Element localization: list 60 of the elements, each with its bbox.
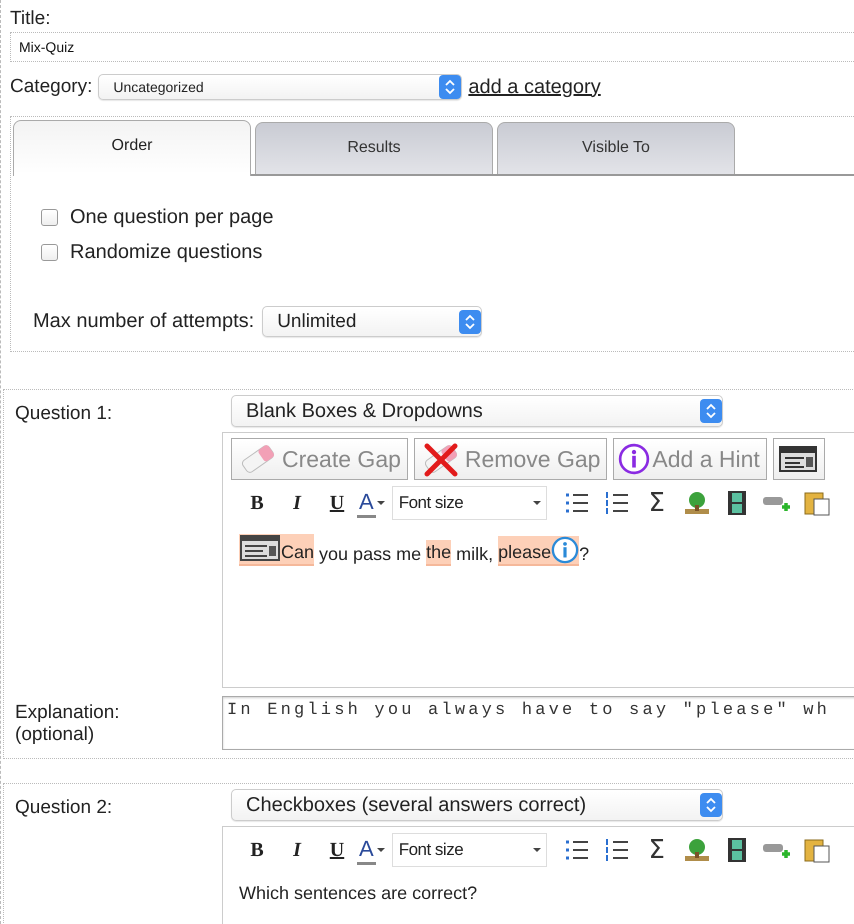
explanation-field[interactable]: In English you always have to say "please" wh [222, 696, 854, 750]
font-size-select[interactable]: Font size [392, 833, 547, 867]
numbered-list-icon [604, 837, 630, 863]
gap-text[interactable]: the [426, 540, 452, 566]
stepper-icon [700, 399, 722, 423]
form-icon [239, 534, 281, 564]
text-color-button[interactable]: A [357, 835, 376, 865]
paste-icon [804, 837, 830, 863]
paste-icon [804, 490, 830, 516]
underline-button[interactable]: U [317, 834, 357, 866]
category-select[interactable]: Uncategorized [98, 74, 462, 100]
numbered-list-icon [604, 490, 630, 516]
question-text: milk, [455, 543, 494, 566]
caret-icon [532, 498, 542, 508]
picture-icon [684, 838, 710, 862]
max-attempts-select[interactable]: Unlimited [262, 306, 482, 337]
question-label: Question 2: [14, 796, 114, 820]
title-label: Title: [10, 8, 52, 30]
caret-icon [376, 845, 386, 855]
form-icon [778, 443, 818, 475]
stepper-icon [459, 310, 482, 334]
tab[interactable]: Results [255, 122, 493, 174]
info-icon [618, 443, 650, 475]
form-button[interactable] [772, 438, 825, 480]
gap-text[interactable]: please [498, 536, 580, 566]
bold-button[interactable]: B [237, 487, 277, 519]
checkbox-label: One question per page [70, 206, 274, 229]
checkbox-label: Randomize questions [70, 241, 262, 264]
question-label: Question 1: [14, 402, 114, 426]
tab[interactable]: Visible To [497, 122, 735, 174]
underline-button[interactable]: U [317, 487, 357, 519]
stepper-icon [700, 793, 722, 817]
stepper-icon [439, 75, 462, 99]
category-label: Category: [10, 76, 92, 98]
title-field[interactable]: Mix-Quiz [10, 32, 854, 62]
add-category-link[interactable]: add a category [468, 76, 601, 98]
italic-button[interactable]: I [277, 834, 317, 866]
italic-button[interactable]: I [277, 487, 317, 519]
film-icon [726, 490, 747, 516]
checkbox[interactable] [41, 209, 58, 226]
caret-icon [376, 498, 386, 508]
gap-text[interactable]: Can [239, 534, 314, 566]
info-icon [551, 536, 580, 564]
tab[interactable]: Order [13, 120, 251, 176]
question-text: you pass me [318, 543, 422, 566]
question-type-select[interactable]: Checkboxes (several answers correct) [231, 789, 723, 821]
caret-icon [532, 845, 542, 855]
question-text: Which sentences are correct? [239, 882, 478, 905]
question-type-select[interactable]: Blank Boxes & Dropdowns [231, 395, 723, 427]
explanation-label: Explanation: (optional) [14, 701, 121, 747]
picture-icon [684, 491, 710, 515]
film-icon [726, 837, 747, 863]
sigma-button[interactable]: Σ [636, 488, 677, 518]
checkbox[interactable] [41, 244, 58, 261]
font-size-select[interactable]: Font size [392, 486, 547, 520]
bold-button[interactable]: B [237, 834, 277, 866]
max-attempts-label: Max number of attempts: [33, 310, 254, 333]
sigma-button[interactable]: Σ [636, 835, 677, 865]
question-text: ? [579, 543, 590, 566]
text-color-button[interactable]: A [357, 488, 376, 518]
